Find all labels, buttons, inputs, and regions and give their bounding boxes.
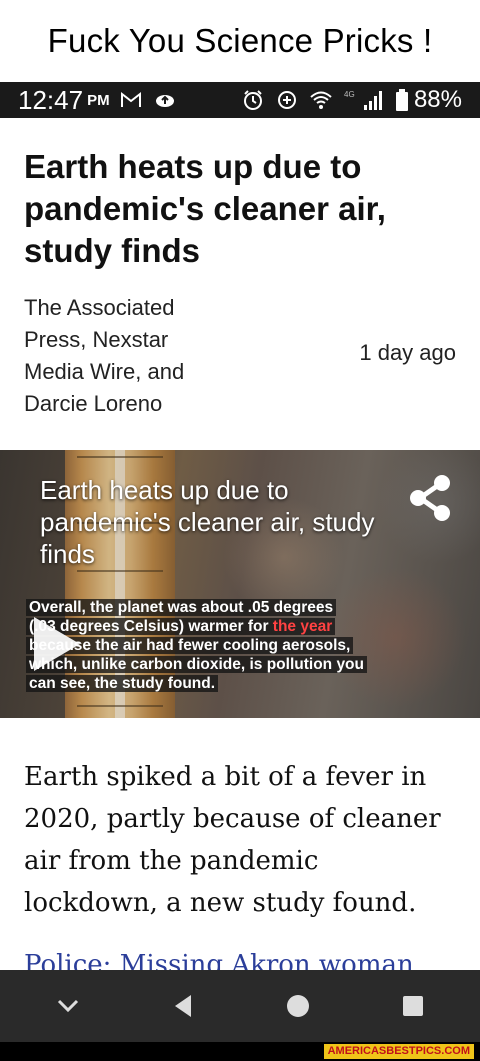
caption-line: Overall, the planet was about .05 degree… <box>26 599 337 616</box>
video-title: Earth heats up due to pandemic's cleaner… <box>40 475 375 569</box>
meme-caption: Fuck You Science Pricks ! <box>47 22 433 59</box>
nav-back-button[interactable] <box>153 981 213 1031</box>
related-article-link[interactable]: Police: Missing Akron woman <box>24 944 464 970</box>
status-right: 4G 88% <box>242 86 462 114</box>
article-time-ago: 1 day ago <box>359 340 456 365</box>
video-caption: Overall, the planet was about .05 degree… <box>26 598 402 693</box>
data-saver-icon <box>276 89 298 111</box>
signal-icon: 4G <box>344 89 384 111</box>
share-button[interactable] <box>406 472 454 524</box>
nav-hide-button[interactable] <box>38 981 98 1031</box>
alarm-icon <box>242 89 264 111</box>
status-time: 12:47 <box>18 84 84 115</box>
battery-percent: 88% <box>413 86 462 113</box>
recents-icon <box>402 996 423 1016</box>
watermark: AMERICASBESTPICS.COM <box>323 1044 474 1059</box>
gmail-icon <box>120 91 142 109</box>
thermometer-tick <box>77 456 163 458</box>
battery-icon <box>395 89 408 111</box>
home-icon <box>286 995 309 1017</box>
thermometer-tick <box>77 705 163 707</box>
cloud-upload-icon <box>154 91 176 109</box>
caption-highlight: the year <box>272 618 333 635</box>
watermark-bar: AMERICASBESTPICS.COM <box>0 1042 480 1061</box>
caption-line: can see, the study found. <box>26 675 219 692</box>
status-ampm: PM <box>87 91 110 109</box>
nav-recents-button[interactable] <box>383 981 443 1031</box>
back-icon <box>174 995 191 1017</box>
play-icon <box>34 617 80 671</box>
article-byline: The Associated Press, Nexstar Media Wire… <box>24 295 185 416</box>
wifi-icon <box>310 90 332 110</box>
network-type-label: 4G <box>344 90 355 99</box>
chevron-down-icon <box>57 999 78 1013</box>
play-button[interactable] <box>32 615 82 673</box>
share-icon <box>410 475 450 521</box>
article-body: Earth spiked a bit of a fever in 2020, p… <box>24 762 441 918</box>
thermometer-tick <box>77 570 163 572</box>
article-headline: Earth heats up due to pandemic's cleaner… <box>24 148 386 269</box>
video-player[interactable]: Earth heats up due to pandemic's cleaner… <box>0 450 480 718</box>
navigation-bar <box>0 970 480 1042</box>
status-bar: 12:47 PM 4G 88% <box>0 82 480 118</box>
nav-home-button[interactable] <box>268 981 328 1031</box>
